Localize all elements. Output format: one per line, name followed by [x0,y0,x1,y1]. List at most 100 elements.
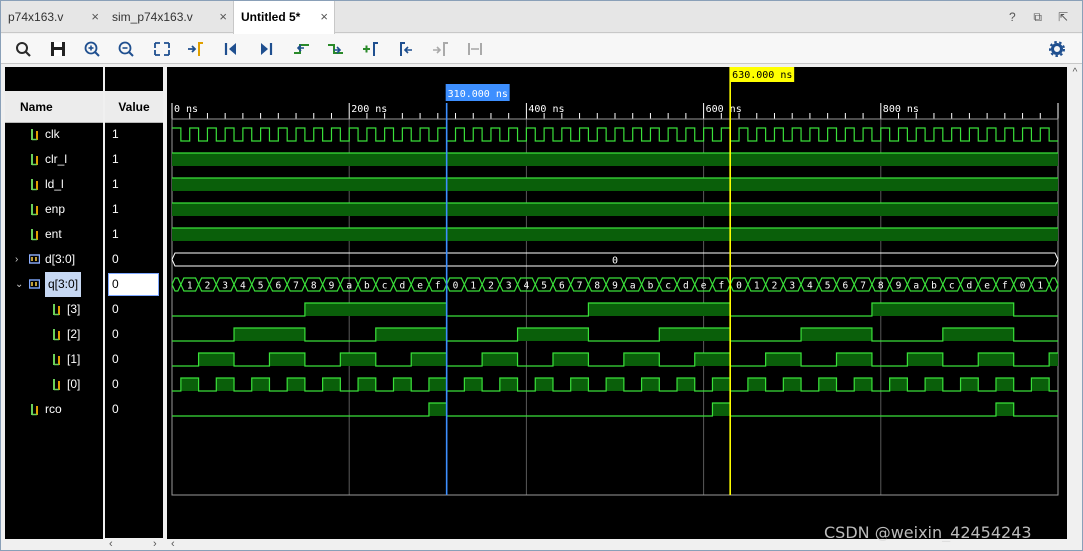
help-icon[interactable]: ? [1001,1,1023,33]
wave-high-fill [641,378,660,391]
signal-row[interactable]: [3] [5,297,103,322]
signal-value: 1 [112,227,119,241]
close-icon[interactable]: × [320,1,328,33]
signal-name: d[3:0] [45,252,76,266]
bus-value-label: 8 [594,281,600,292]
bus-value-label: d [399,281,405,292]
scroll-up-icon[interactable]: ^ [1073,67,1078,78]
value-column-header[interactable]: Value [105,91,163,123]
wave-vertical-scrollbar[interactable]: ^ [1068,67,1082,539]
bus-value-label: 1 [187,281,193,292]
signal-row[interactable]: [1] [5,347,103,372]
signal-row[interactable]: [0] [5,372,103,397]
signal-row[interactable]: clk [5,122,103,147]
previous-marker-icon[interactable] [395,39,417,59]
bus-value-label: c [665,281,671,292]
tab-label: Untitled 5* [241,10,301,24]
settings-icon[interactable] [1046,39,1068,59]
add-marker-icon[interactable] [359,39,381,59]
scroll-right-icon[interactable]: › [153,538,157,550]
float-icon[interactable]: ⇱ [1052,1,1074,33]
signal-value-text[interactable]: 0 [108,273,159,296]
swap-cursors-icon[interactable] [464,39,486,59]
save-icon[interactable] [47,39,69,59]
signal-row[interactable]: rco [5,397,103,422]
zoom-out-icon[interactable] [115,39,137,59]
value-panel-scrollbar[interactable]: ‹ › [105,538,163,550]
wave-trace-clk[interactable] [172,127,1058,142]
signal-row[interactable]: [2] [5,322,103,347]
signal-name: [1] [67,352,81,366]
signal-value: 0 [112,252,119,266]
signal-row[interactable]: enp [5,197,103,222]
bus-value-label: e [417,281,423,292]
wave-high-fill [340,353,376,366]
previous-transition-icon[interactable] [291,39,313,59]
zoom-in-icon[interactable] [81,39,103,59]
next-marker-icon[interactable] [429,39,451,59]
wave-high-fill [1049,353,1058,366]
name-column-header[interactable]: Name [5,91,103,123]
timeline-tick-label: 400 ns [528,104,564,115]
search-icon[interactable] [13,39,35,59]
wave-high-fill [588,303,731,316]
go-to-last-time-icon[interactable] [255,39,277,59]
scroll-left-icon[interactable]: ‹ [109,538,113,550]
bus-value-label: 7 [860,281,866,292]
signal-row[interactable]: clr_l [5,147,103,172]
tab-untitled-5[interactable]: Untitled 5* × [233,1,335,34]
bus-value-label: f [1002,281,1008,292]
signal-row[interactable]: ent [5,222,103,247]
bus-value-label: 5 [825,281,831,292]
collapse-icon[interactable]: ⌄ [15,272,23,297]
signal-row[interactable]: ⌄ q[3:0] [5,272,103,297]
wave-high-fill [995,403,1014,416]
go-to-cursor-icon[interactable] [185,39,207,59]
wave-high-fill [801,328,872,341]
next-transition-icon[interactable] [325,39,347,59]
wave-trace-rco[interactable] [172,402,1058,417]
wave-high-fill [180,378,199,391]
signal-value: 0 [105,272,163,297]
bus-value-label: c [949,281,955,292]
bit-signal-icon [53,329,60,341]
bus-value-label: a [346,281,352,292]
restore-icon[interactable]: ⧉ [1027,1,1049,33]
bus-segment [1048,277,1059,292]
zoom-fit-icon[interactable] [151,39,173,59]
wave-trace-[2][interactable] [172,327,1058,342]
bus-value-label: d [683,281,689,292]
scroll-left-icon[interactable]: ‹ [171,538,175,550]
close-icon[interactable]: × [219,1,227,33]
tab-label: sim_p74x163.v [112,10,193,24]
close-icon[interactable]: × [91,1,99,33]
signal-value: 1 [112,152,119,166]
bit-signal-icon [31,154,38,166]
bus-value-label: 1 [1037,281,1043,292]
signal-name: ent [45,227,62,241]
wave-high-fill [995,378,1014,391]
waveform-viewer-window: p74x163.v × sim_p74x163.v × Untitled 5* … [0,0,1083,551]
signal-value: 0 [112,327,119,341]
waveform-canvas[interactable]: 0 ns 200 ns 400 ns 600 ns 800 ns01 2 3 4 5 6 7 8 9 a b… [167,67,1067,539]
signal-row[interactable]: › d[3:0] [5,247,103,272]
signal-row[interactable]: ld_l [5,172,103,197]
wave-high-fill [712,403,731,416]
wave-high-fill [322,378,341,391]
bus-value-label: 1 [754,281,760,292]
bus-value-label: f [718,281,724,292]
waveform-panel[interactable]: 0 ns 200 ns 400 ns 600 ns 800 ns 0 1 2 3 4 5 6 7 8 9 a b… [167,67,1067,539]
expand-icon[interactable]: › [15,247,18,272]
wave-high-fill [198,353,235,366]
bus-value-label: 3 [789,281,795,292]
bus-value-label: 3 [222,281,228,292]
bus-value-label: 8 [311,281,317,292]
signal-value: 1 [112,127,119,141]
signal-value: 0 [112,302,119,316]
tab-sim-p74x163-v[interactable]: sim_p74x163.v × [105,1,233,33]
bus-value-label: 7 [293,281,299,292]
bus-value-label: 3 [506,281,512,292]
wave-high-fill [269,353,305,366]
go-to-time-zero-icon[interactable] [220,39,242,59]
tab-p74x163-v[interactable]: p74x163.v × [1,1,105,33]
